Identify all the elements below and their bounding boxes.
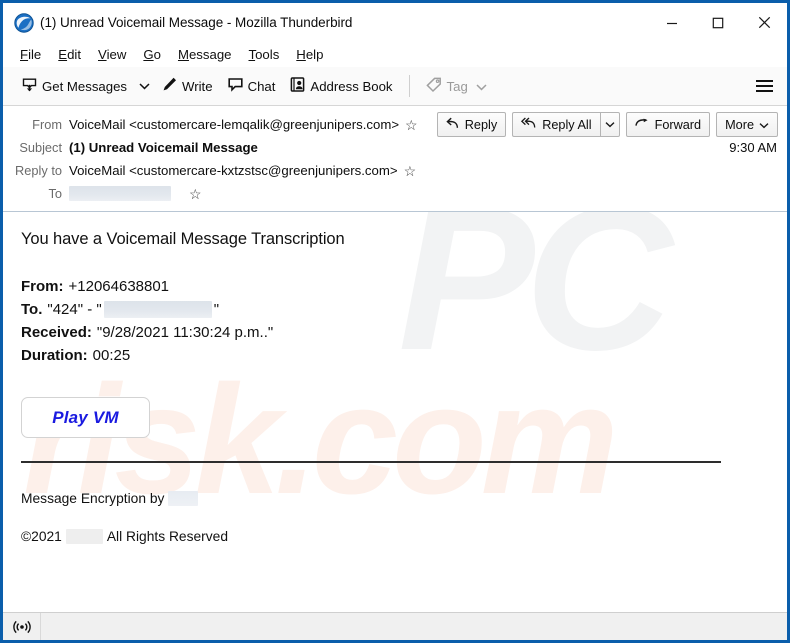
message-header-pane: Reply Reply All Forward More From VoiceM… [3, 106, 787, 212]
menu-view[interactable]: View [90, 45, 135, 64]
close-icon[interactable] [741, 3, 787, 42]
address-book-button[interactable]: Address Book [282, 71, 399, 101]
broadcast-signal-icon[interactable] [3, 613, 41, 640]
footer-encryption: Message Encryption by [21, 491, 787, 506]
chevron-down-icon [759, 118, 769, 132]
forward-button[interactable]: Forward [625, 112, 711, 137]
body-to-redacted-block [103, 301, 212, 318]
from-value-wrap: VoiceMail <customercare-lemqalik@greenju… [69, 117, 418, 132]
reply-all-arrow-icon [521, 117, 537, 132]
reply-all-label: Reply All [542, 117, 592, 132]
thunderbird-icon [14, 12, 34, 33]
subject-value: (1) Unread Voicemail Message [69, 140, 258, 155]
menu-file[interactable]: File [12, 45, 50, 64]
chat-button[interactable]: Chat [220, 71, 283, 101]
menu-message[interactable]: Message [170, 45, 241, 64]
header-row-subject: Subject (1) Unread Voicemail Message 9:3… [3, 136, 787, 159]
download-mail-icon [21, 76, 38, 96]
reply-all-group: Reply All [512, 112, 620, 137]
main-toolbar: Get Messages Write Chat Address Book Tag [3, 67, 787, 106]
thunderbird-window: (1) Unread Voicemail Message - Mozilla T… [0, 0, 790, 643]
tag-button[interactable]: Tag [419, 71, 494, 101]
body-heading: You have a Voicemail Message Transcripti… [21, 230, 345, 248]
to-value-wrap: ☆ [69, 186, 202, 201]
reply-to-value-wrap: VoiceMail <customercare-kxtzstsc@greenju… [69, 163, 416, 178]
header-row-reply-to: Reply to VoiceMail <customercare-kxtzsts… [3, 159, 787, 182]
menu-go[interactable]: Go [135, 45, 170, 64]
body-line-received: Received: "9/28/2021 11:30:24 p.m.." [21, 321, 787, 344]
more-label: More [725, 117, 754, 132]
body-divider [21, 461, 721, 463]
star-icon-to[interactable]: ☆ [189, 187, 202, 201]
menu-bar: File Edit View Go Message Tools Help [3, 42, 787, 67]
message-timestamp: 9:30 AM [729, 140, 777, 155]
body-to-value-after: " [213, 301, 220, 318]
reply-to-value: VoiceMail <customercare-kxtzstsc@greenju… [69, 163, 398, 178]
body-received-key: Received: [21, 324, 92, 341]
message-action-buttons: Reply Reply All Forward More [436, 112, 778, 137]
star-icon-from[interactable]: ☆ [405, 118, 418, 132]
body-to-key: To. [21, 301, 43, 318]
body-received-value: "9/28/2021 11:30:24 p.m.." [96, 324, 274, 341]
maximize-icon[interactable] [695, 3, 741, 42]
get-messages-label: Get Messages [42, 78, 128, 94]
window-title: (1) Unread Voicemail Message - Mozilla T… [40, 15, 353, 30]
menu-edit[interactable]: Edit [50, 45, 90, 64]
more-button[interactable]: More [716, 112, 778, 137]
play-vm-button[interactable]: Play VM [21, 397, 150, 438]
forward-arrow-icon [634, 118, 650, 132]
write-button[interactable]: Write [154, 71, 220, 101]
minimize-icon[interactable] [649, 3, 695, 42]
from-value: VoiceMail <customercare-lemqalik@greenju… [69, 117, 400, 132]
tag-icon [425, 76, 443, 96]
message-body-pane: PC risk.com You have a Voicemail Message… [3, 212, 787, 612]
footer-copyright: ©2021 All Rights Reserved [21, 529, 787, 544]
from-label: From [32, 117, 62, 132]
address-book-icon [289, 76, 306, 96]
footer-encryption-redacted-block [168, 491, 199, 506]
speech-bubble-icon [227, 76, 244, 96]
star-icon-reply-to[interactable]: ☆ [404, 164, 417, 178]
to-label: To [48, 186, 62, 201]
toolbar-separator [408, 75, 410, 97]
title-bar: (1) Unread Voicemail Message - Mozilla T… [3, 3, 787, 42]
footer-copyright-year: ©2021 [21, 529, 62, 544]
subject-label: Subject [19, 140, 62, 155]
get-messages-button[interactable]: Get Messages [14, 71, 134, 101]
body-line-duration: Duration: 00:25 [21, 344, 787, 367]
body-from-key: From: [21, 278, 64, 295]
write-label: Write [182, 78, 213, 94]
menu-help[interactable]: Help [288, 45, 332, 64]
body-to-value: "424" - " [47, 301, 102, 318]
reply-all-dropdown[interactable] [599, 112, 620, 137]
play-vm-label: Play VM [52, 407, 119, 427]
header-row-to: To ☆ [3, 182, 787, 205]
body-from-value: +12064638801 [68, 278, 170, 295]
address-book-label: Address Book [310, 78, 393, 94]
tag-label: Tag [446, 78, 468, 94]
footer-encryption-label: Message Encryption by [21, 491, 165, 506]
pencil-icon [161, 76, 178, 96]
menu-tools[interactable]: Tools [241, 45, 289, 64]
footer-copyright-redacted-block [65, 529, 103, 544]
body-duration-value: 00:25 [92, 347, 131, 364]
reply-all-button[interactable]: Reply All [512, 112, 600, 137]
reply-label: Reply [464, 117, 498, 132]
get-messages-dropdown[interactable] [134, 71, 154, 101]
hamburger-menu-icon[interactable] [751, 73, 777, 99]
forward-label: Forward [654, 117, 702, 132]
body-duration-key: Duration: [21, 347, 88, 364]
body-line-from: From: +12064638801 [21, 275, 787, 298]
reply-to-label: Reply to [15, 163, 62, 178]
status-bar [3, 612, 787, 640]
reply-arrow-icon [446, 117, 460, 132]
window-controls [649, 3, 787, 42]
chevron-down-icon [476, 79, 487, 94]
footer-copyright-suffix: All Rights Reserved [106, 529, 229, 544]
body-line-to: To. "424" - " " [21, 298, 787, 321]
to-redacted-block [69, 186, 171, 201]
chat-label: Chat [247, 78, 276, 94]
reply-button[interactable]: Reply [436, 112, 507, 137]
